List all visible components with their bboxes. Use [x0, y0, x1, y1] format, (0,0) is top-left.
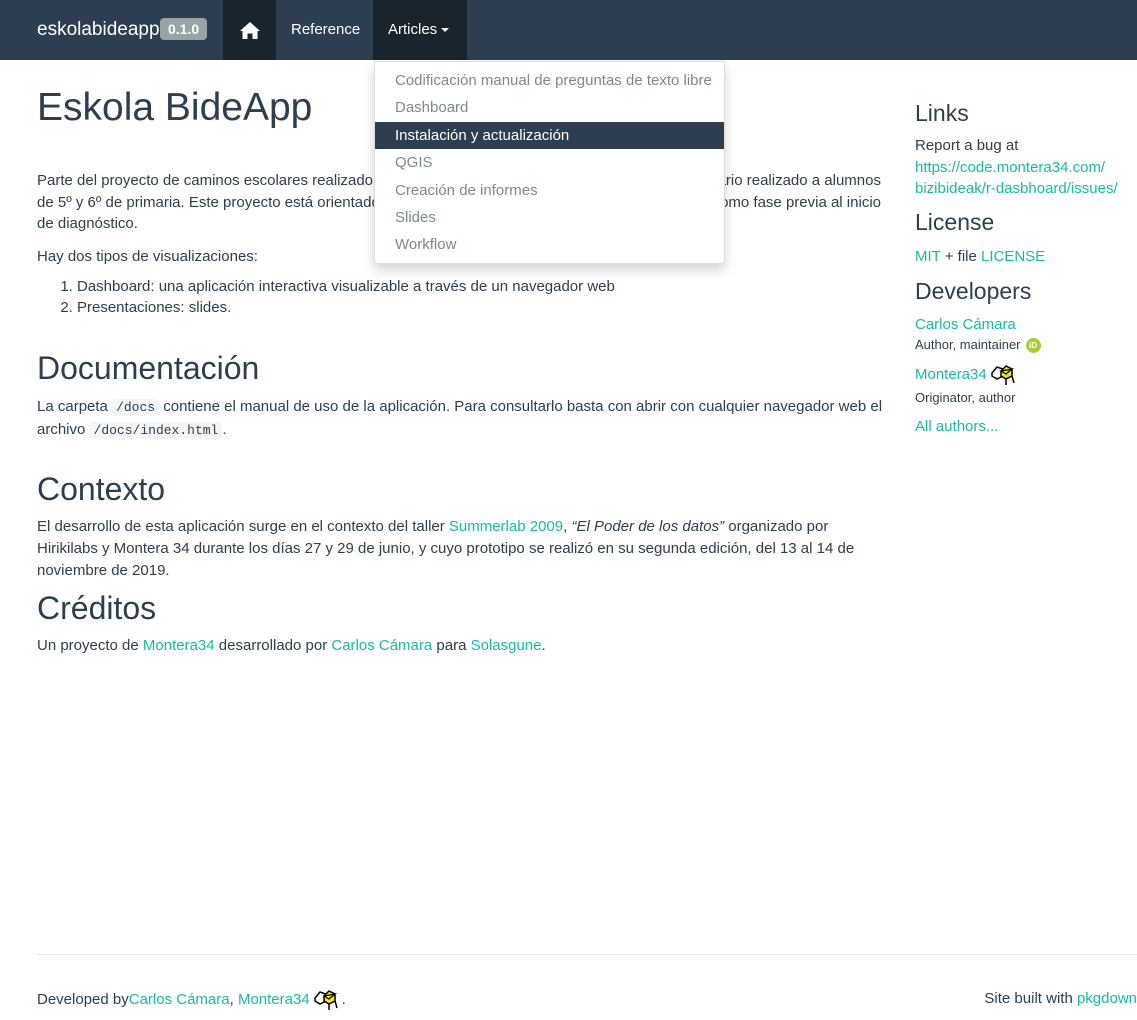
cred-text: .	[541, 637, 546, 654]
dropdown-item-workflow[interactable]: Workflow	[375, 231, 724, 258]
cred-text: Un proyecto de	[37, 637, 143, 654]
navbar: eskolabideapp 0.1.0 Reference Articles	[0, 0, 1137, 60]
footer-text: Developed by	[37, 991, 129, 1009]
developer-montera34-link[interactable]: Montera34	[915, 364, 987, 386]
intro-line2-left: de 5º y 6º de primaria. Este proyecto es…	[37, 193, 380, 211]
heading-documentacion: Documentación	[37, 350, 260, 386]
all-authors-link[interactable]: All authors...	[915, 418, 998, 435]
license-text: MIT + file LICENSE	[915, 246, 1045, 268]
orcid-icon[interactable]: iD	[1025, 338, 1041, 354]
developer-carlos-link[interactable]: Carlos Cámara	[915, 316, 1016, 333]
articles-dropdown: Codificación manual de preguntas de text…	[374, 61, 725, 264]
doc-text: .	[222, 421, 227, 438]
dropdown-item-qgis[interactable]: QGIS	[375, 149, 724, 176]
heading-contexto: Contexto	[37, 471, 166, 507]
code-docs: /docs	[112, 399, 160, 416]
nav-home[interactable]	[223, 0, 276, 60]
developer-montera34-role: Originator, author	[915, 390, 1016, 405]
links-heading: Links	[915, 100, 969, 126]
footer-text: ,	[229, 991, 238, 1009]
heading-creditos: Créditos	[37, 590, 157, 626]
dropdown-item-slides[interactable]: Slides	[375, 204, 724, 231]
cred-text: para	[432, 637, 471, 654]
dropdown-item-codificacion[interactable]: Codificación manual de preguntas de text…	[375, 67, 724, 94]
nav-articles-label: Articles	[388, 21, 438, 38]
nav-reference[interactable]: Reference	[276, 0, 375, 60]
footer-carlos-link[interactable]: Carlos Cámara	[129, 989, 230, 1011]
intro-line3: de diagnóstico.	[37, 215, 138, 232]
doc-paragraph: La carpeta /docs contiene el manual de u…	[37, 396, 887, 442]
dropdown-item-instalacion[interactable]: Instalación y actualización	[375, 121, 724, 150]
footer-divider	[37, 954, 1137, 955]
intro-line1-left: Parte del proyecto de caminos escolares …	[37, 172, 394, 189]
solasgune-link[interactable]: Solasgune	[471, 637, 542, 654]
montera34-logo-icon[interactable]	[312, 988, 342, 1012]
doc-text: La carpeta	[37, 398, 113, 415]
montera34-logo-icon[interactable]	[989, 363, 1019, 387]
report-text: Report a bug at	[915, 137, 1019, 154]
credits-paragraph: Un proyecto de Montera34 desarrollado po…	[37, 635, 546, 657]
nav-articles[interactable]: Articles	[373, 0, 467, 60]
ctx-text: El desarrollo de esta aplicación surge e…	[37, 518, 449, 535]
context-paragraph: El desarrollo de esta aplicación surge e…	[37, 516, 887, 582]
list-item: Dashboard: una aplicación interactiva vi…	[77, 276, 615, 297]
ctx-text: ,	[563, 518, 572, 535]
summerlab-link[interactable]: Summerlab 2009	[449, 518, 563, 535]
brand-link[interactable]: eskolabideapp	[37, 17, 160, 43]
intro-line2-right: como fase previa al inicio	[712, 193, 881, 211]
license-file-link[interactable]: LICENSE	[981, 248, 1045, 265]
dropdown-item-dashboard[interactable]: Dashboard	[375, 94, 724, 121]
ctx-emphasis: “El Poder de los datos”	[571, 518, 725, 535]
footer-montera34-link[interactable]: Montera34	[238, 989, 310, 1011]
developers-heading: Developers	[915, 278, 1032, 304]
carlos-camara-link[interactable]: Carlos Cámara	[331, 637, 432, 654]
home-icon	[239, 21, 260, 39]
montera34-link[interactable]: Montera34	[143, 637, 215, 654]
code-docs-index: /docs/index.html	[89, 422, 223, 439]
types-list: Dashboard: una aplicación interactiva vi…	[77, 276, 615, 318]
types-intro: Hay dos tipos de visualizaciones:	[37, 248, 258, 265]
dropdown-item-informes[interactable]: Creación de informes	[375, 177, 724, 204]
license-plus: + file	[940, 248, 981, 265]
intro-line1-right: ario realizado a alumnos	[717, 172, 881, 189]
page-title: Eskola BideApp	[37, 86, 313, 129]
developer-carlos-role: Author, maintainer iD	[915, 336, 1041, 355]
footer-text: .	[341, 991, 346, 1009]
license-heading: License	[915, 209, 995, 235]
caret-down-icon	[441, 28, 450, 33]
mit-link[interactable]: MIT	[915, 248, 941, 265]
cred-text: desarrollado por	[214, 637, 332, 654]
role-text: Author, maintainer	[915, 337, 1021, 352]
version-badge: 0.1.0	[160, 18, 208, 40]
list-item: Presentaciones: slides.	[77, 297, 615, 318]
pkgdown-link[interactable]: pkgdown	[1077, 990, 1137, 1007]
report-bug: Report a bug at https://code.montera34.c…	[915, 135, 1137, 200]
report-link-line1[interactable]: https://code.montera34.com/	[915, 159, 1105, 176]
report-link-line2[interactable]: bizibideak/r-dasbhoard/issues/	[915, 180, 1118, 197]
footer-developed-by: Developed by Carlos Cámara , Montera34 .	[37, 988, 346, 1012]
footer-text: Site built with	[984, 990, 1077, 1007]
footer-built-with: Site built with pkgdown	[984, 988, 1137, 1010]
